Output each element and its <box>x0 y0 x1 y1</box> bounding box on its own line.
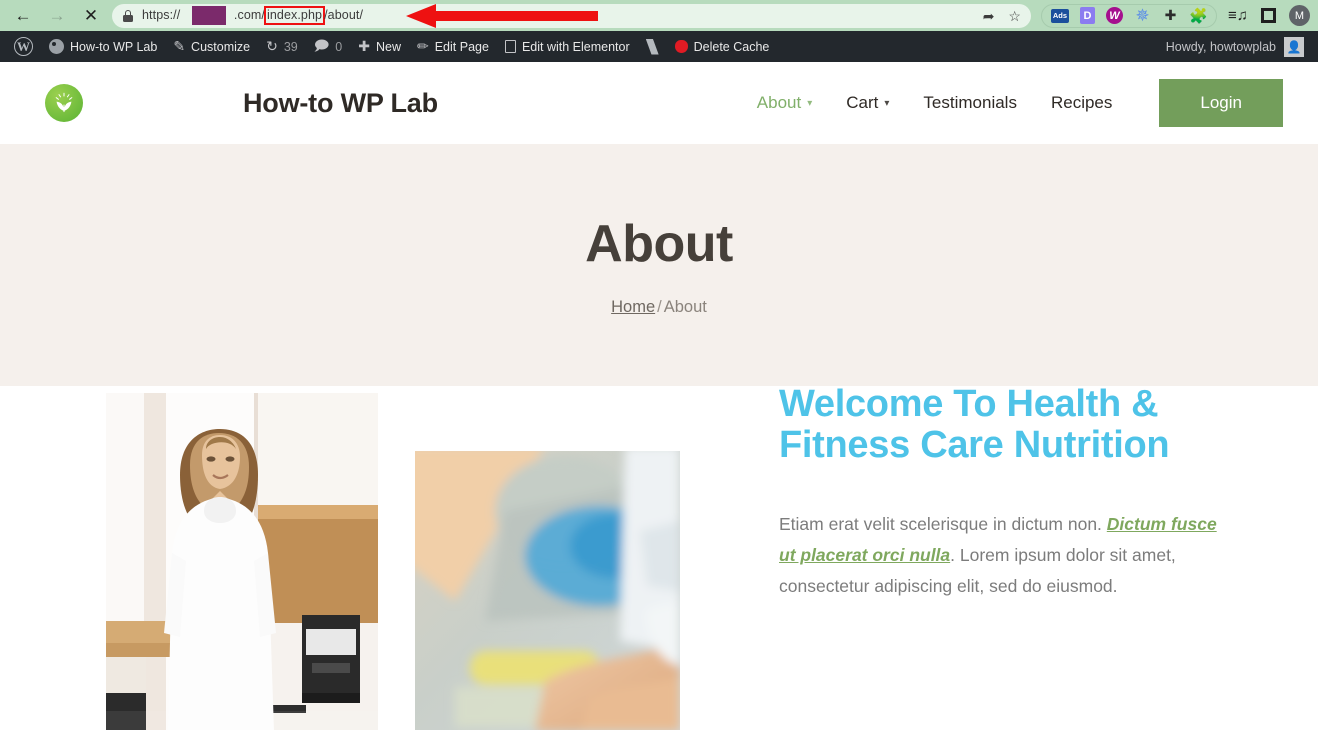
leaf-sprout-logo[interactable] <box>45 84 83 122</box>
omnibox-actions: ➦ ☆ <box>973 9 1021 23</box>
adminbar-new-content[interactable]: ✚ New <box>350 31 409 62</box>
adminbar-edit-with-elementor[interactable]: Edit with Elementor <box>497 31 638 62</box>
browser-toolbar-right: ≡♫ M <box>1228 5 1310 26</box>
nav-item-about[interactable]: About ▾ <box>740 93 829 113</box>
browser-nav-buttons: ← → ✕ <box>8 3 106 29</box>
updates-icon: ↻ <box>266 38 278 54</box>
user-avatar-icon: 👤 <box>1284 36 1304 57</box>
site-header: How-to WP Lab About ▾ Cart ▾ Testimonial… <box>0 62 1318 144</box>
redacted-domain-block <box>191 6 226 25</box>
paintbrush-icon: ✎ <box>173 38 186 54</box>
leaf-sprout-icon <box>55 92 73 113</box>
adminbar-customize-label: Customize <box>191 39 251 54</box>
nav-item-recipes[interactable]: Recipes <box>1034 93 1129 113</box>
login-button[interactable]: Login <box>1159 79 1283 127</box>
page-title: About <box>585 214 733 273</box>
wp-logo-menu[interactable]: W <box>6 31 41 62</box>
wordpress-logo-icon: W <box>14 37 33 56</box>
share-icon[interactable]: ➦ <box>983 9 995 23</box>
content-heading: Welcome To Health & Fitness Care Nutriti… <box>779 386 1170 467</box>
nav-item-testimonials-label: Testimonials <box>923 93 1017 112</box>
adminbar-elementor-label: Edit with Elementor <box>521 39 630 54</box>
extensions-group: Ads D W ✵ ✚ 🧩 <box>1040 3 1217 28</box>
main-content: Welcome To Health & Fitness Care Nutriti… <box>0 386 1318 730</box>
grid-add-extension-icon[interactable]: ✚ <box>1162 7 1179 24</box>
pencil-icon: ✏ <box>416 38 429 54</box>
dashboard-icon <box>49 39 64 54</box>
adminbar-yoast-seo[interactable] <box>638 31 667 62</box>
paragraph-text-before: Etiam erat velit scelerisque in dictum n… <box>779 514 1107 535</box>
adminbar-new-label: New <box>375 39 401 54</box>
breadcrumb-separator: / <box>657 297 662 316</box>
page-hero: About Home / About <box>0 144 1318 386</box>
adminbar-howdy-menu[interactable]: Howdy, howtowplab 👤 <box>1162 36 1308 57</box>
yoast-icon <box>645 38 659 55</box>
nav-item-about-label: About <box>756 93 802 112</box>
breadcrumb-current: About <box>663 297 707 316</box>
woman-in-kitchen-photo <box>106 393 378 730</box>
asterisk-extension-icon[interactable]: ✵ <box>1134 6 1151 25</box>
adminbar-updates-count: 39 <box>283 39 298 54</box>
puzzle-extensions-icon[interactable]: 🧩 <box>1189 7 1208 25</box>
adminbar-edit-page[interactable]: ✏ Edit Page <box>409 31 497 62</box>
url-highlighted-segment: index.php <box>263 6 326 25</box>
adminbar-delete-cache[interactable]: Delete Cache <box>667 31 778 62</box>
url-path-rest: /about/ <box>324 7 364 22</box>
profile-avatar[interactable]: M <box>1289 5 1310 26</box>
url-text: https:// .com/index.php/about/ <box>142 6 363 25</box>
howdy-label: Howdy, howtowplab <box>1165 39 1276 54</box>
reading-list-icon[interactable]: ≡♫ <box>1228 8 1248 23</box>
nav-item-testimonials[interactable]: Testimonials <box>906 93 1034 113</box>
url-scheme: https:// <box>142 7 181 22</box>
breadcrumb: Home / About <box>611 298 707 317</box>
adminbar-edit-page-label: Edit Page <box>434 39 489 54</box>
url-tld: .com/ <box>233 7 265 22</box>
plus-icon: ✚ <box>358 38 370 54</box>
lock-icon <box>122 9 134 22</box>
wp-rocket-icon <box>674 40 688 53</box>
content-paragraph: Etiam erat velit scelerisque in dictum n… <box>779 509 1219 602</box>
adminbar-site-name-label: How-to WP Lab <box>70 39 158 54</box>
content-text-column: Welcome To Health & Fitness Care Nutriti… <box>779 386 1219 602</box>
side-panel-icon[interactable] <box>1261 8 1276 23</box>
hands-with-notebook-photo <box>415 451 680 730</box>
adminbar-comments-count: 0 <box>335 39 343 54</box>
adminbar-site-name[interactable]: How-to WP Lab <box>41 31 165 62</box>
star-icon[interactable]: ☆ <box>1008 9 1021 23</box>
chevron-down-icon: ▾ <box>884 97 890 109</box>
elementor-icon <box>504 40 516 53</box>
chevron-down-icon: ▾ <box>807 97 813 109</box>
browser-toolbar: ← → ✕ https:// .com/index.php/about/ ➦ ☆… <box>0 0 1318 31</box>
address-bar[interactable]: https:// .com/index.php/about/ ➦ ☆ <box>112 3 1031 28</box>
wordpress-extension-icon[interactable]: W <box>1105 7 1123 24</box>
ads-blocker-extension-icon[interactable]: Ads <box>1050 8 1069 23</box>
back-icon[interactable]: ← <box>8 3 38 29</box>
forward-icon[interactable]: → <box>42 3 72 29</box>
wordpress-admin-bar: W How-to WP Lab ✎ Customize ↻ 39 🗩 0 ✚ N… <box>0 31 1318 62</box>
adminbar-updates[interactable]: ↻ 39 <box>258 31 306 62</box>
stop-loading-x-icon[interactable]: ✕ <box>76 3 106 29</box>
breadcrumb-home-link[interactable]: Home <box>611 298 655 316</box>
adminbar-customize[interactable]: ✎ Customize <box>165 31 258 62</box>
comment-bubble-icon: 🗩 <box>313 36 330 53</box>
primary-navigation: About ▾ Cart ▾ Testimonials Recipes Logi… <box>740 62 1283 144</box>
nav-item-cart-label: Cart <box>846 93 879 112</box>
site-title[interactable]: How-to WP Lab <box>243 88 438 119</box>
nav-item-recipes-label: Recipes <box>1050 93 1113 112</box>
d-extension-icon[interactable]: D <box>1079 7 1095 24</box>
nav-item-cart[interactable]: Cart ▾ <box>829 93 906 113</box>
adminbar-delete-cache-label: Delete Cache <box>693 39 770 54</box>
adminbar-comments[interactable]: 🗩 0 <box>306 31 351 62</box>
